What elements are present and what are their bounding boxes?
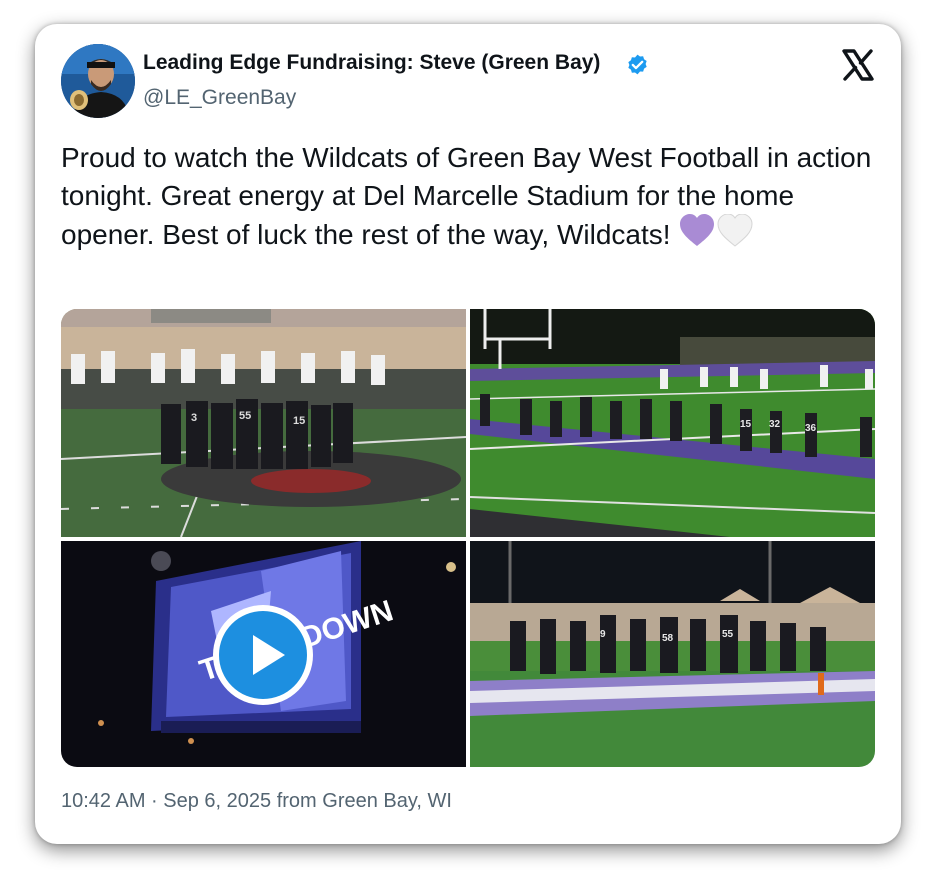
tweet-text: Proud to watch the Wildcats of Green Bay…: [61, 139, 881, 258]
media-grid: 3 55 15 32 36 15 9 58 55: [61, 309, 875, 767]
svg-text:32: 32: [769, 419, 781, 430]
svg-text:15: 15: [740, 419, 752, 430]
white-heart-icon: [717, 213, 753, 247]
media-video-scoreboard[interactable]: TOUCHDOWN: [61, 541, 466, 767]
svg-text:55: 55: [239, 410, 251, 422]
svg-text:9: 9: [600, 629, 606, 640]
author-handle[interactable]: @LE_GreenBay: [143, 86, 296, 110]
x-logo-icon[interactable]: [841, 48, 875, 82]
media-photo-team-kneel[interactable]: 9 58 55: [470, 541, 875, 767]
verified-badge-icon: [628, 54, 647, 75]
purple-heart-icon: [679, 214, 714, 246]
svg-text:55: 55: [722, 629, 734, 640]
avatar-photo-icon: [61, 44, 135, 118]
play-icon: [219, 611, 307, 699]
tweet-card: Leading Edge Fundraising: Steve (Green B…: [35, 24, 901, 844]
heart-emojis: [679, 213, 753, 258]
svg-text:36: 36: [805, 423, 817, 434]
play-button[interactable]: [213, 605, 313, 705]
svg-text:58: 58: [662, 633, 674, 644]
author-display-name[interactable]: Leading Edge Fundraising: Steve (Green B…: [143, 51, 600, 75]
media-photo-sideline[interactable]: 32 36 15: [470, 309, 875, 537]
author-avatar[interactable]: [61, 44, 135, 118]
tweet-timestamp[interactable]: 10:42 AM · Sep 6, 2025 from Green Bay, W…: [61, 790, 452, 813]
svg-text:3: 3: [191, 412, 197, 424]
svg-text:15: 15: [293, 415, 305, 427]
media-photo-huddle[interactable]: 3 55 15: [61, 309, 466, 537]
